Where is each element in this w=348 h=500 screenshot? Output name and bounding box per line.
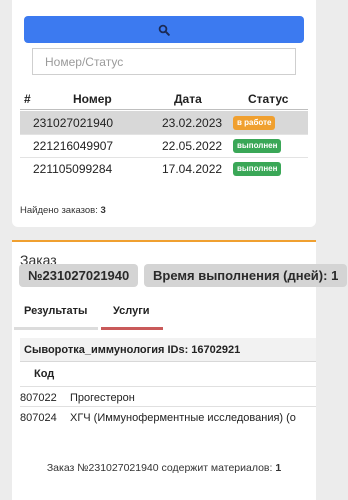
col-header-index: #	[24, 92, 31, 106]
order-row[interactable]: 221216049907 22.05.2022 выполнен	[20, 134, 308, 157]
tab-results[interactable]: Результаты	[24, 305, 87, 317]
order-row[interactable]: 231027021940 23.02.2023 в работе	[20, 111, 308, 134]
service-row: 807024 ХГЧ (Иммуноферментные исследовани…	[20, 406, 316, 427]
status-badge: в работе	[233, 116, 276, 130]
order-number: 221216049907	[33, 139, 114, 153]
col-header-number: Номер	[73, 92, 112, 106]
order-date: 23.02.2023	[162, 116, 223, 130]
accent-divider	[12, 240, 316, 242]
found-label: Найдено заказов:	[20, 205, 101, 216]
order-date: 22.05.2022	[162, 139, 223, 153]
status-badge: выполнен	[233, 139, 282, 153]
found-count: Найдено заказов: 3	[20, 205, 106, 216]
services-group-title: Сыворотка_иммунология IDs: 16702921	[24, 344, 241, 356]
order-number: 231027021940	[33, 116, 114, 130]
found-number: 3	[100, 205, 106, 216]
tab-services-underline	[101, 327, 163, 330]
service-code: 807022	[20, 392, 57, 404]
execution-time-pill: Время выполнения (дней): 1	[144, 264, 348, 287]
order-number: 221105099284	[33, 162, 113, 176]
service-name: ХГЧ (Иммуноферментные исследования) (о	[70, 412, 296, 424]
materials-summary: Заказ №231027021940 содержит материалов:…	[12, 462, 316, 474]
service-name: Прогестерон	[70, 392, 135, 404]
order-row[interactable]: 221105099284 17.04.2022 выполнен	[20, 157, 308, 180]
service-code: 807024	[20, 412, 57, 424]
tab-services[interactable]: Услуги	[113, 305, 150, 317]
search-button[interactable]	[24, 16, 304, 43]
search-icon	[158, 24, 170, 36]
col-header-status: Статус	[248, 92, 289, 106]
orders-panel: # Номер Дата Статус 231027021940 23.02.2…	[12, 0, 316, 227]
service-row: 807022 Прогестерон	[20, 386, 316, 407]
summary-count: 1	[275, 462, 282, 474]
order-panel: Заказ №231027021940 Время выполнения (дн…	[12, 240, 348, 500]
table-header-divider	[20, 109, 308, 110]
tab-results-underline	[14, 327, 98, 330]
status-badge: выполнен	[233, 162, 282, 176]
col-header-date: Дата	[174, 92, 202, 106]
services-table: Сыворотка_иммунология IDs: 16702921 Код …	[20, 338, 316, 434]
order-number-pill: №231027021940	[19, 264, 139, 287]
search-input[interactable]	[32, 48, 296, 75]
order-date: 17.04.2022	[162, 162, 223, 176]
services-group-header: Сыворотка_иммунология IDs: 16702921	[20, 338, 316, 362]
col-header-code: Код	[34, 368, 55, 380]
summary-text: Заказ №231027021940 содержит материалов:	[46, 462, 276, 474]
